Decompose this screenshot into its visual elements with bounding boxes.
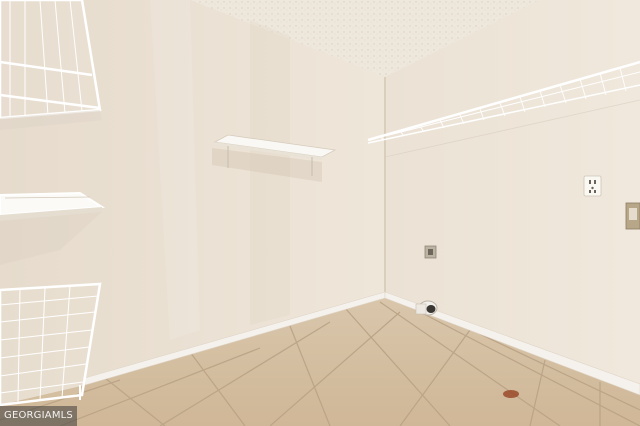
room-illustration — [0, 0, 640, 426]
wall-junction-box — [424, 245, 437, 259]
power-outlet-icon — [583, 175, 602, 197]
laundry-room-photo: GEORGIAMLS — [0, 0, 640, 426]
mls-watermark: GEORGIAMLS — [0, 406, 77, 426]
dryer-outlet-box-icon — [625, 202, 640, 230]
floor-stain — [503, 390, 519, 398]
